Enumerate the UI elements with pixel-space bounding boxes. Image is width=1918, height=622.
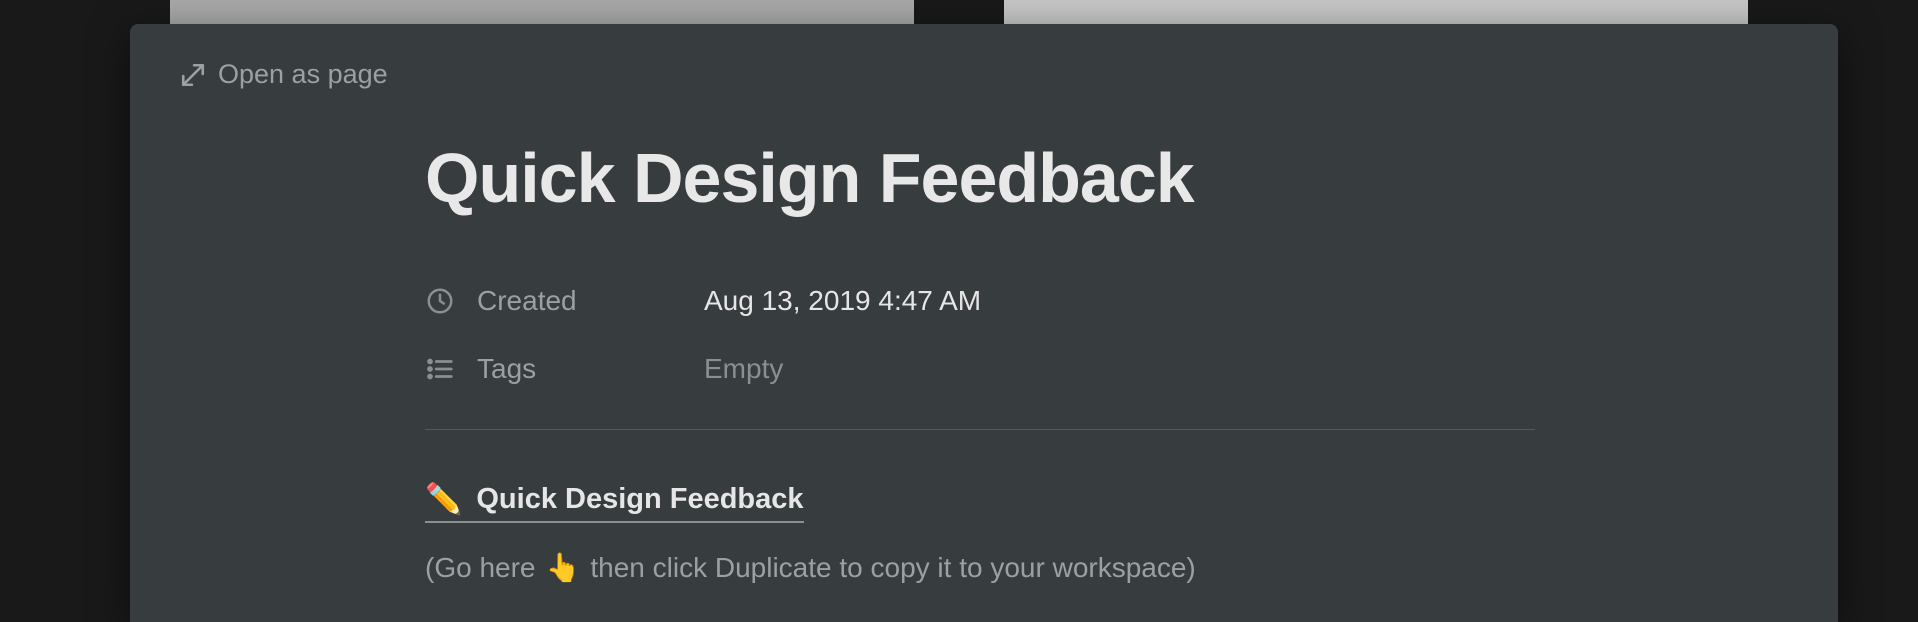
list-icon <box>425 354 455 384</box>
body-link-heading: ✏️ Quick Design Feedback <box>425 482 1535 551</box>
pencil-emoji-icon: ✏️ <box>425 482 462 517</box>
template-link-text: Quick Design Feedback <box>476 483 803 516</box>
property-label-tags: Tags <box>477 353 682 385</box>
template-link[interactable]: ✏️ Quick Design Feedback <box>425 482 804 523</box>
duplicate-hint: (Go here 👆 then click Duplicate to copy … <box>425 551 1535 584</box>
open-as-page-label: Open as page <box>218 59 388 90</box>
open-as-page-button[interactable]: Open as page <box>180 59 388 90</box>
hint-text-suffix: then click Duplicate to copy it to your … <box>590 552 1195 584</box>
property-tags[interactable]: Tags Empty <box>425 353 1535 385</box>
expand-icon <box>180 62 206 88</box>
hint-text-prefix: (Go here <box>425 552 536 584</box>
pointing-up-emoji-icon: 👆 <box>546 551 581 584</box>
property-value-tags: Empty <box>704 353 783 385</box>
property-created[interactable]: Created Aug 13, 2019 4:47 AM <box>425 285 1535 317</box>
properties-section: Created Aug 13, 2019 4:47 AM Tags Empty <box>425 285 1535 385</box>
clock-icon <box>425 286 455 316</box>
property-label-created: Created <box>477 285 682 317</box>
property-value-created: Aug 13, 2019 4:47 AM <box>704 285 981 317</box>
page-preview-modal: Open as page Quick Design Feedback Creat… <box>130 24 1838 622</box>
page-title[interactable]: Quick Design Feedback <box>425 140 1535 217</box>
divider <box>425 429 1535 430</box>
page-content: Quick Design Feedback Created Aug 13, 20… <box>425 140 1535 584</box>
